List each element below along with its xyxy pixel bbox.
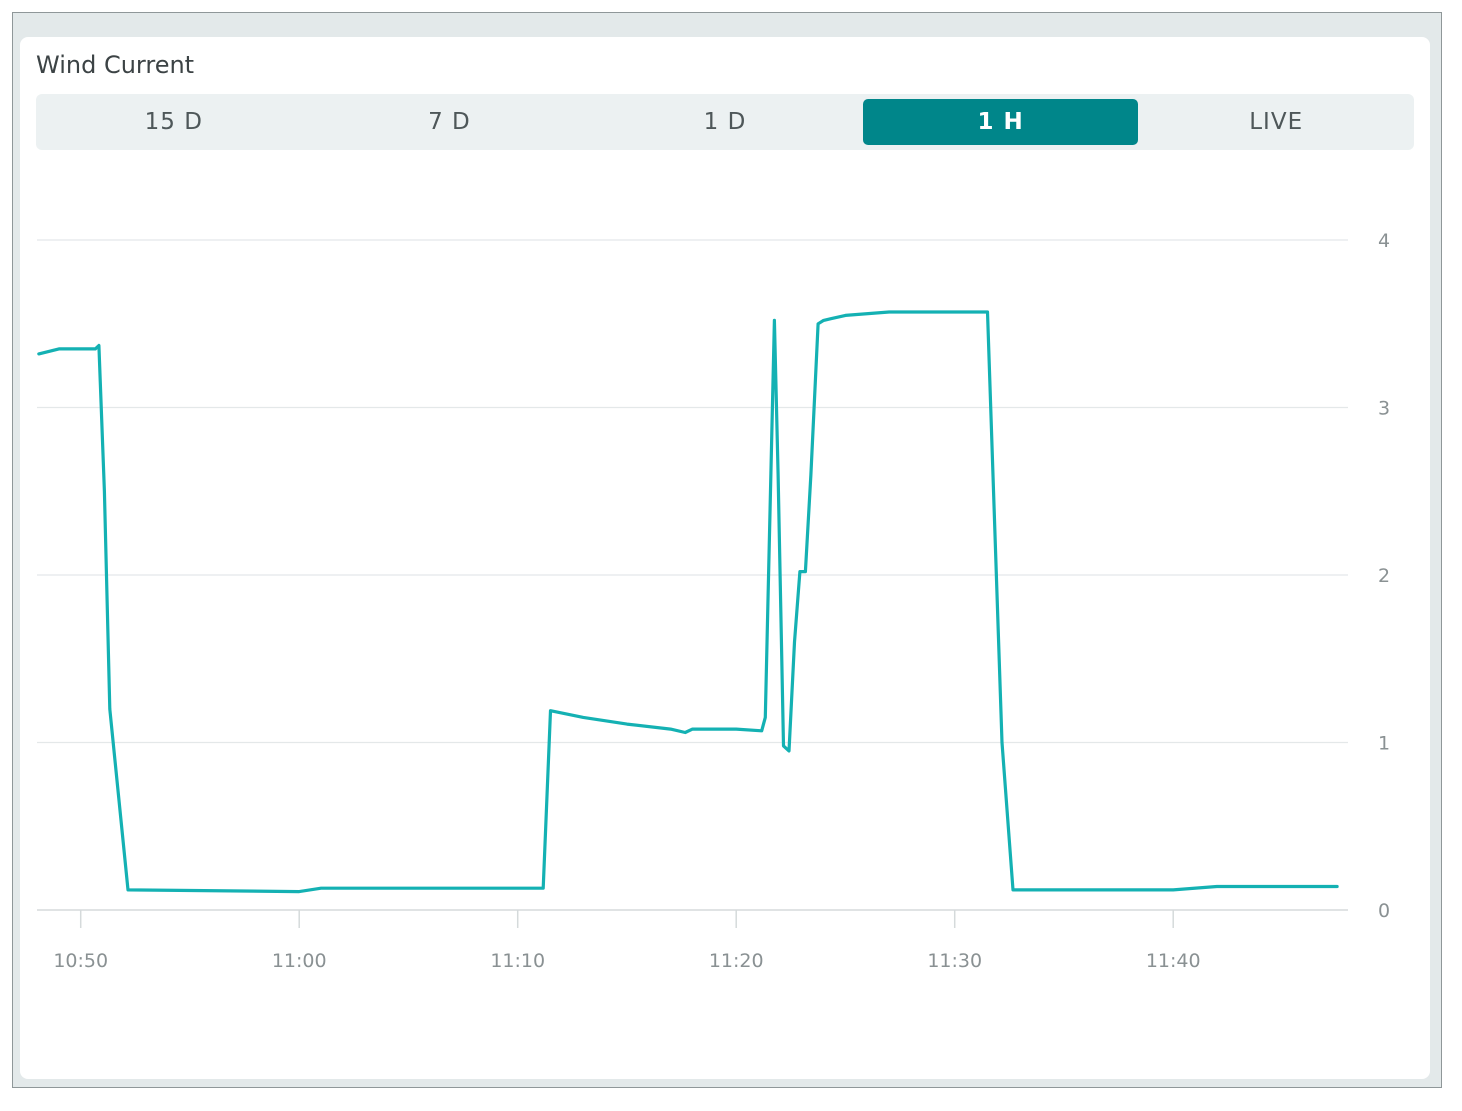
x-tick-label: 11:10 bbox=[490, 950, 545, 972]
x-tick-label: 11:40 bbox=[1146, 950, 1201, 972]
y-tick-label: 1 bbox=[1378, 733, 1390, 755]
x-axis: 10:50 11:00 11:10 11:20 11:30 11:40 bbox=[53, 910, 1201, 972]
series-layer bbox=[37, 310, 1339, 894]
x-tick-label: 11:30 bbox=[927, 950, 982, 972]
series-line bbox=[37, 310, 1339, 894]
grid-layer bbox=[37, 239, 1348, 911]
x-tick-label: 11:20 bbox=[709, 950, 764, 972]
y-axis: 0 1 2 3 4 bbox=[1378, 230, 1390, 922]
line-chart: 10:50 11:00 11:10 11:20 11:30 11:40 0 1 2 3 4 bbox=[37, 230, 1390, 972]
x-tick-label: 11:00 bbox=[272, 950, 327, 972]
y-tick-label: 0 bbox=[1378, 900, 1390, 922]
x-tick-label: 10:50 bbox=[53, 950, 108, 972]
y-tick-label: 4 bbox=[1378, 230, 1390, 252]
y-tick-label: 3 bbox=[1378, 398, 1390, 420]
y-tick-label: 2 bbox=[1378, 565, 1390, 587]
